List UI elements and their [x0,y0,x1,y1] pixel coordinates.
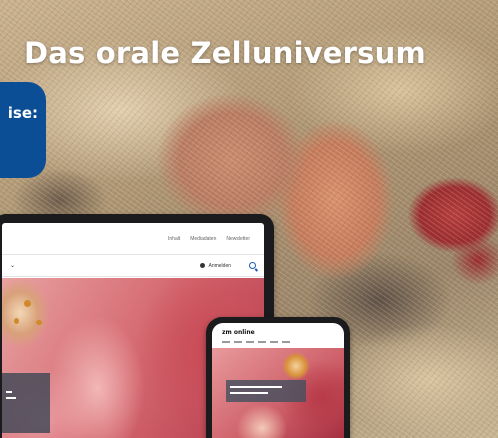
tablet-nav-item-newsletter[interactable]: Newsletter [226,236,250,242]
tablet-nav-item-mediadaten[interactable]: Mediadaten [190,236,216,242]
phone-nav-item[interactable] [246,341,254,343]
teaser-text-line [6,391,12,393]
phone-mockup: zm online [206,317,350,438]
tablet-article-teaser[interactable] [2,373,50,433]
hero-image-detail [36,320,42,325]
phone-nav-item[interactable] [222,341,230,343]
hero-image-detail [24,300,31,307]
page-headline: Das orale Zelluniversum [24,36,426,70]
chevron-down-icon[interactable]: ⌄ [10,262,15,269]
phone-nav-item[interactable] [282,341,290,343]
phone-nav [222,341,290,343]
phone-site-logo[interactable]: zm online [222,329,255,336]
promo-badge-label: ise: [7,104,38,122]
phone-nav-item[interactable] [270,341,278,343]
phone-screen: zm online [212,323,344,438]
teaser-text-line [6,397,16,399]
tablet-nav-item-inhalt[interactable]: Inhalt [168,236,180,242]
phone-nav-item[interactable] [234,341,242,343]
search-icon[interactable] [249,262,256,269]
tablet-toolbar: ⌄ Anmelden [2,255,264,277]
tablet-toolbar-right: Anmelden [200,262,256,269]
phone-nav-item[interactable] [258,341,266,343]
tablet-top-nav: Inhalt Mediadaten Newsletter [2,223,264,255]
promo-badge: ise: [0,82,46,178]
teaser-text-line [230,386,282,388]
tablet-login-label: Anmelden [208,262,231,269]
teaser-text-line [230,392,268,394]
user-icon [200,263,206,268]
hero-image-detail [14,318,19,324]
tablet-login-button[interactable]: Anmelden [200,263,231,269]
phone-article-teaser[interactable] [226,380,306,402]
